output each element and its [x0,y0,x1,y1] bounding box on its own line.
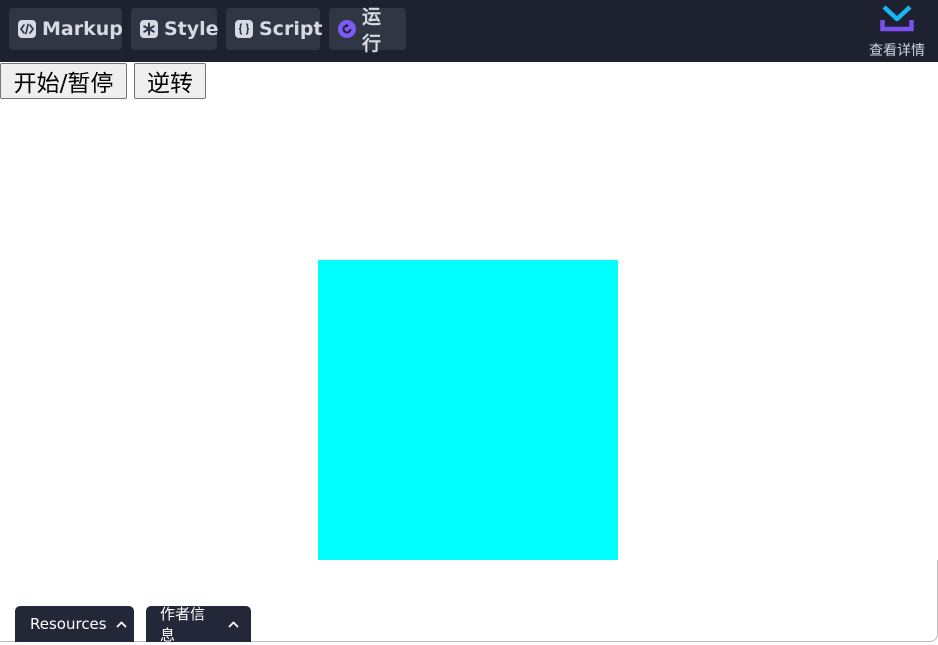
preview-frame-border [0,560,938,642]
reverse-button[interactable]: 逆转 [134,63,206,99]
braces-icon [235,20,253,38]
author-info-tab[interactable]: 作者信息 [146,605,251,644]
style-button[interactable]: Style [131,8,219,50]
start-pause-button[interactable]: 开始/暂停 [0,63,127,99]
view-details-label: 查看详情 [869,43,925,59]
script-label: Script [259,18,323,40]
editor-toolbar: Markup Style Script 运行 查看详情 [0,0,938,62]
view-details-button[interactable]: 查看详情 [866,4,928,59]
markup-button[interactable]: Markup [9,8,123,50]
asterisk-icon [140,20,158,38]
resources-tab-label: Resources [30,615,107,633]
run-icon [338,20,356,38]
chevron-up-icon [116,619,127,630]
markup-label: Markup [42,18,123,40]
run-button[interactable]: 运行 [329,6,406,55]
resources-tab[interactable]: Resources [15,606,134,642]
style-label: Style [164,18,219,40]
run-label: 运行 [362,6,382,55]
author-info-tab-label: 作者信息 [160,605,206,644]
download-icon [880,4,914,37]
script-button[interactable]: Script [226,8,323,50]
chevron-up-icon [228,619,239,630]
animated-box [318,260,618,560]
code-icon [18,20,36,38]
